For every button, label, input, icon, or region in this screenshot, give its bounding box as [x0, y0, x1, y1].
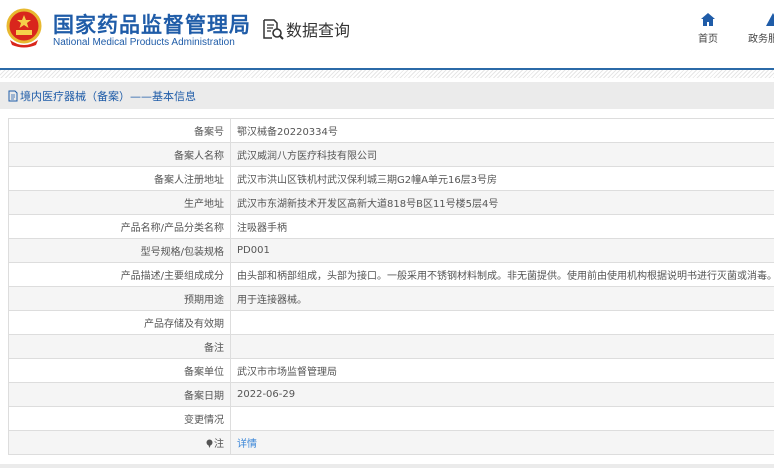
row-label-text: 备案号 — [194, 127, 224, 138]
data-query-label: 数据查询 — [286, 21, 351, 40]
logo-subtitle[interactable]: National Medical Products Administration — [53, 37, 235, 48]
table-row: 备案号 鄂汉械备20220334号 — [8, 118, 774, 143]
row-label: 型号规格/包装规格 — [8, 238, 231, 263]
table-row: 备案人注册地址 武汉市洪山区铁机村武汉保利城三期G2幢A单元16层3号房 — [8, 166, 774, 191]
nav-home[interactable]: 首页 — [690, 13, 726, 45]
row-label: 产品名称/产品分类名称 — [8, 214, 231, 239]
document-icon — [8, 90, 18, 101]
table-row: 备注 — [8, 334, 774, 359]
table-row: 生产地址 武汉市东湖新技术开发区高新大道818号B区11号楼5层4号 — [8, 190, 774, 215]
nav-home-label: 首页 — [698, 34, 718, 45]
row-value — [230, 334, 774, 359]
row-value: 2022-06-29 — [230, 382, 774, 407]
row-value: 鄂汉械备20220334号 — [230, 118, 774, 143]
logo-title[interactable]: 国家药品监督管理局 — [53, 9, 251, 39]
row-label: 生产地址 — [8, 190, 231, 215]
row-value — [230, 406, 774, 431]
row-value: 武汉市洪山区铁机村武汉保利城三期G2幢A单元16层3号房 — [230, 166, 774, 191]
table-row: 注 详情 — [8, 430, 774, 455]
row-label-text: 产品存储及有效期 — [144, 319, 224, 330]
header-hatch — [0, 70, 774, 78]
table-row: 预期用途 用于连接器械。 — [8, 286, 774, 311]
row-label-text: 备案单位 — [184, 367, 224, 378]
row-label-text: 备注 — [204, 343, 224, 354]
row-value: PD001 — [230, 238, 774, 263]
row-value: 注吸器手柄 — [230, 214, 774, 239]
table-row: 产品名称/产品分类名称 注吸器手柄 — [8, 214, 774, 239]
row-label-text: 型号规格/包装规格 — [140, 247, 224, 258]
row-label: 备案人注册地址 — [8, 166, 231, 191]
pin-icon — [206, 439, 213, 448]
row-label-text: 注 — [214, 439, 224, 450]
row-value: 武汉市东湖新技术开发区高新大道818号B区11号楼5层4号 — [230, 190, 774, 215]
table-row: 产品存储及有效期 — [8, 310, 774, 335]
row-value: 用于连接器械。 — [230, 286, 774, 311]
row-label-text: 备案日期 — [184, 391, 224, 402]
row-label: 备注 — [8, 334, 231, 359]
row-label: 备案号 — [8, 118, 231, 143]
service-icon — [766, 13, 774, 26]
table-row: 备案日期 2022-06-29 — [8, 382, 774, 407]
footer-band — [0, 464, 774, 468]
row-label-text: 预期用途 — [184, 295, 224, 306]
row-label-text: 产品描述/主要组成成分 — [120, 271, 224, 282]
row-label: 产品描述/主要组成成分 — [8, 262, 231, 287]
nav-government-service[interactable]: 政务服 — [748, 13, 774, 45]
row-label-text: 备案人注册地址 — [154, 175, 224, 186]
data-query-title: 数据查询 — [262, 17, 350, 41]
row-value: 详情 — [230, 430, 774, 455]
row-label: 注 — [8, 430, 231, 455]
row-label: 产品存储及有效期 — [8, 310, 231, 335]
nav-gov-label: 政务服 — [748, 34, 774, 45]
table-row: 备案单位 武汉市市场监督管理局 — [8, 358, 774, 383]
row-label: 预期用途 — [8, 286, 231, 311]
info-table: 备案号 鄂汉械备20220334号 备案人名称 武汉威润八方医疗科技有限公司 备案人注册… — [8, 118, 774, 455]
row-label: 备案人名称 — [8, 142, 231, 167]
table-row: 产品描述/主要组成成分 由头部和柄部组成，头部为接口。一般采用不锈钢材料制成。非无… — [8, 262, 774, 287]
row-label: 变更情况 — [8, 406, 231, 431]
home-icon — [701, 13, 715, 26]
site-header: 国家药品监督管理局 National Medical Products Admi… — [0, 0, 774, 69]
row-label: 备案日期 — [8, 382, 231, 407]
breadcrumb: 境内医疗器械（备案）——基本信息 — [0, 82, 774, 109]
row-label-text: 生产地址 — [184, 199, 224, 210]
row-label: 备案单位 — [8, 358, 231, 383]
row-value: 武汉威润八方医疗科技有限公司 — [230, 142, 774, 167]
row-label-text: 变更情况 — [184, 415, 224, 426]
document-search-icon — [263, 19, 284, 40]
row-value: 由头部和柄部组成，头部为接口。一般采用不锈钢材料制成。非无菌提供。使用前由使用机… — [230, 262, 774, 287]
row-value: 武汉市市场监督管理局 — [230, 358, 774, 383]
row-value — [230, 310, 774, 335]
row-label-text: 备案人名称 — [174, 151, 224, 162]
national-emblem-icon — [6, 8, 42, 48]
row-label-text: 产品名称/产品分类名称 — [120, 223, 224, 234]
table-row: 型号规格/包装规格 PD001 — [8, 238, 774, 263]
details-link[interactable]: 详情 — [237, 439, 257, 450]
breadcrumb-text: 境内医疗器械（备案）——基本信息 — [20, 89, 196, 103]
table-row: 变更情况 — [8, 406, 774, 431]
table-row: 备案人名称 武汉威润八方医疗科技有限公司 — [8, 142, 774, 167]
